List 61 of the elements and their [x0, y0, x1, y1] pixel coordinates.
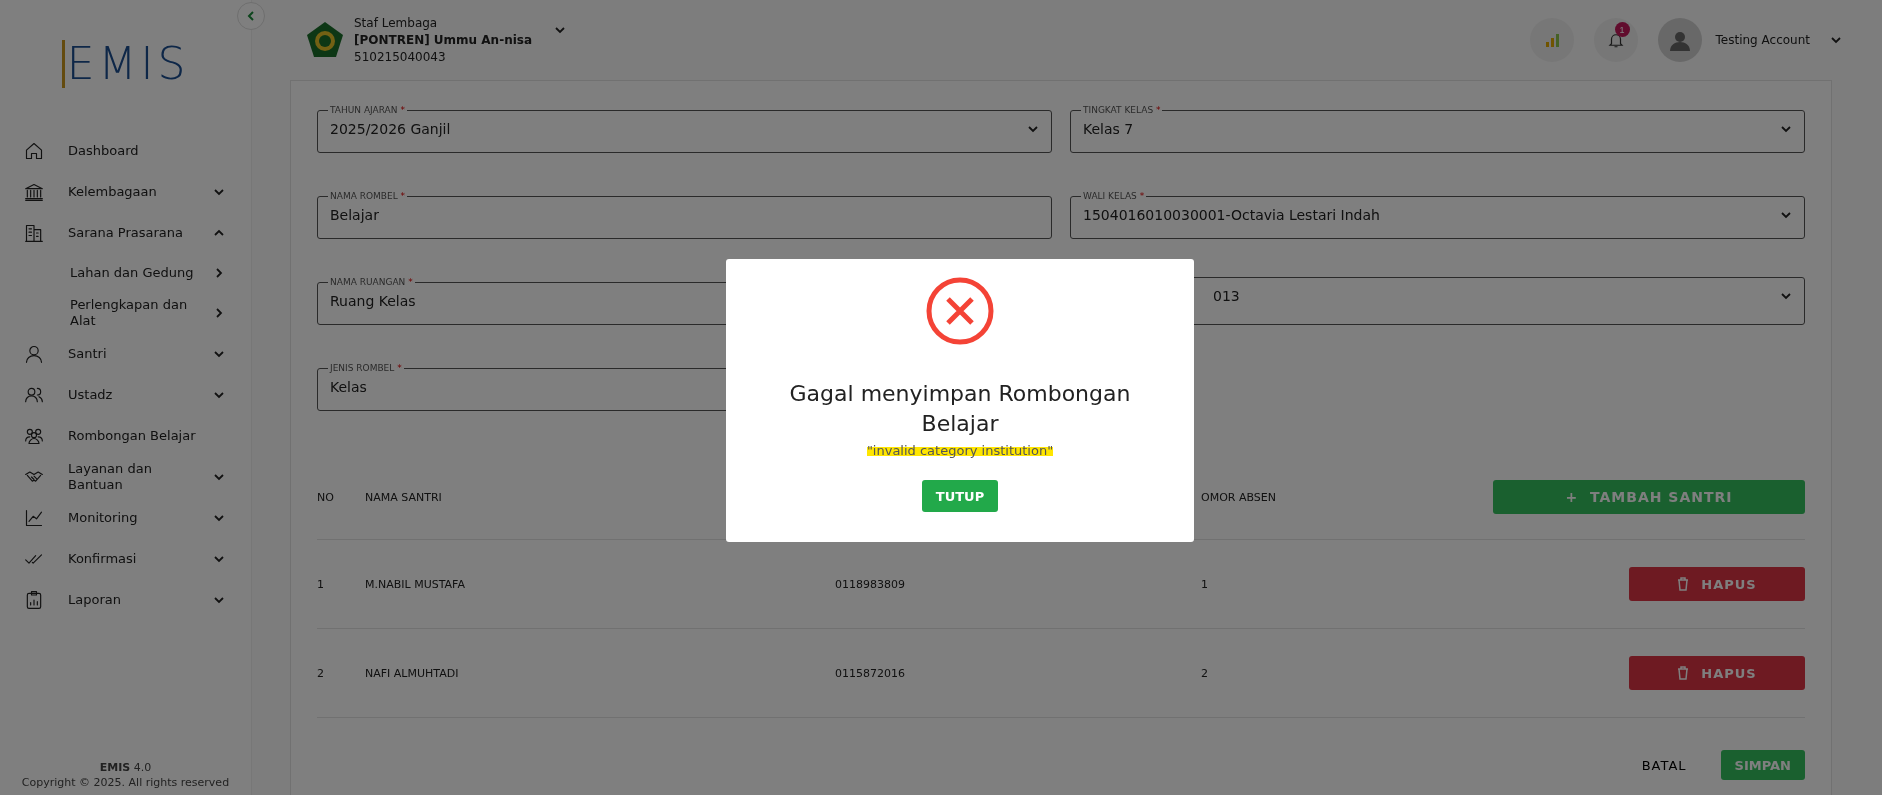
error-icon — [926, 277, 994, 345]
sidebar-item[interactable]: Dashboard — [0, 130, 251, 171]
clipboard-icon — [24, 589, 44, 610]
table-cell-text: 2 — [317, 666, 325, 680]
copyright-text: Copyright © 2025. All rights reserved — [21, 776, 230, 789]
bar-chart-icon — [1543, 32, 1560, 48]
table-cell-text: M.NABIL MUSTAFA — [365, 577, 466, 591]
sidebar-item[interactable]: Kelembagaan — [0, 171, 251, 212]
chevron-icon — [1830, 34, 1842, 46]
home-icon — [24, 140, 44, 161]
bank-icon — [24, 181, 44, 202]
table-cell-text: 0118983809 — [835, 577, 906, 591]
table-cell-text: 1 — [1201, 577, 1209, 591]
sidebar-item[interactable]: Monitoring — [0, 497, 251, 538]
select-field[interactable]: TAHUN AJARAN * 2025/2026 Ganjil — [317, 105, 1052, 153]
sidebar-item[interactable]: Layanan dan Bantuan — [0, 456, 251, 497]
stats-button[interactable] — [1529, 18, 1574, 62]
column-header: NO — [317, 490, 335, 504]
sidebar-subitem[interactable]: Perlengkapan dan Alat — [0, 293, 251, 333]
delete-button[interactable]: HAPUS — [1629, 656, 1805, 690]
chart-icon — [24, 507, 44, 528]
table-cell-text: 2 — [1201, 666, 1209, 680]
app-version: EMIS 4.0 — [99, 761, 152, 774]
table-cell-text: 0115872016 — [835, 666, 906, 680]
select-field[interactable]: TINGKAT KELAS * Kelas 7 — [1070, 105, 1805, 153]
user-icon — [24, 343, 44, 364]
sidebar-subitem[interactable]: Lahan dan Gedung — [0, 253, 251, 293]
column-header: NAMA SANTRI — [365, 490, 443, 504]
close-button[interactable]: TUTUP — [921, 480, 999, 512]
input-field[interactable]: NAMA ROMBEL * Belajar — [317, 191, 1052, 239]
table-cell-text: 1 — [317, 577, 325, 591]
sidebar-item[interactable]: Ustadz — [0, 374, 251, 415]
sidebar-item[interactable]: Sarana Prasarana — [0, 212, 251, 253]
collapse-button[interactable] — [237, 2, 265, 30]
notification-badge: 1 — [1614, 22, 1630, 37]
user-name[interactable]: Testing Account — [1715, 33, 1810, 47]
chevron-icon — [213, 267, 225, 279]
table-cell-text: NAFI ALMUHTADI — [365, 666, 460, 680]
building-icon — [24, 222, 44, 243]
chevron-icon — [1780, 290, 1792, 302]
sidebar-item[interactable]: Santri — [0, 333, 251, 374]
institution-name: [PONTREN] Ummu An-nisa — [354, 31, 533, 49]
sidebar-item[interactable]: Laporan — [0, 579, 251, 620]
bell-icon — [1606, 31, 1625, 49]
trash-icon — [1677, 577, 1690, 591]
institution-code: 510215040043 — [354, 48, 447, 66]
chevron-icon — [245, 10, 257, 22]
trash-icon — [1677, 666, 1690, 680]
logo: EMIS — [61, 40, 190, 88]
cancel-button[interactable]: BATAL — [1635, 751, 1693, 779]
select-field[interactable]: WALI KELAS * 1504016010030001-Octavia Lestari Indah — [1070, 191, 1805, 239]
sidebar-item[interactable]: Rombongan Belajar — [0, 415, 251, 456]
emblem-icon — [306, 21, 344, 59]
chevron-icon — [213, 307, 225, 319]
avatar-icon[interactable] — [1657, 18, 1702, 62]
error-message: "invalid category institution" — [866, 443, 1054, 458]
role-text: Staf Lembaga — [354, 14, 439, 32]
delete-button[interactable]: HAPUS — [1629, 567, 1805, 601]
sidebar-item[interactable]: Konfirmasi — [0, 538, 251, 579]
column-header: OMOR ABSEN — [1201, 490, 1277, 504]
notification-button[interactable]: 1 — [1593, 18, 1638, 62]
